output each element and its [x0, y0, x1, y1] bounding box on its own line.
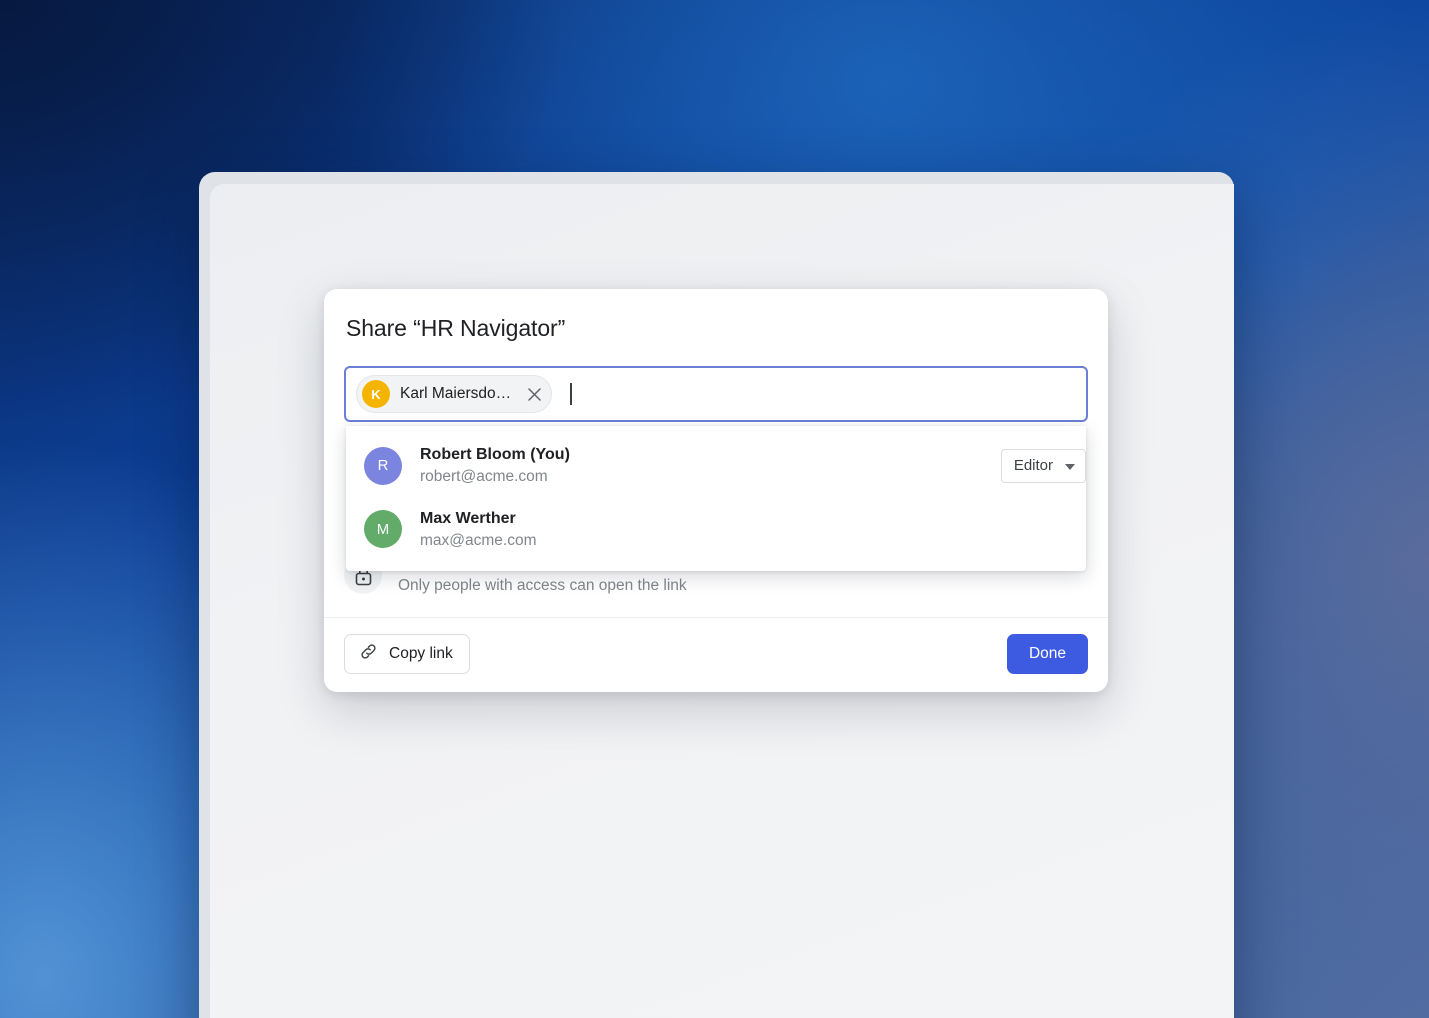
- suggestion-text-block: Max Werther max@acme.com: [420, 507, 537, 553]
- search-input[interactable]: K Karl Maiersdo… R Robert Bloom (You) ro…: [344, 366, 1088, 572]
- suggestion-text-block: Robert Bloom (You) robert@acme.com: [420, 443, 570, 489]
- link-icon: [359, 642, 378, 666]
- role-dropdown-marco[interactable]: Editor: [1000, 448, 1086, 483]
- person-name: Robert Bloom (You): [420, 446, 570, 463]
- suggestions-dropdown: R Robert Bloom (You) robert@acme.com M M…: [346, 426, 1086, 572]
- person-chip-karl[interactable]: K Karl Maiersdo…: [356, 375, 553, 413]
- dialog-footer: Copy link Done: [324, 616, 1108, 692]
- person-chip-label: Karl Maiersdo…: [400, 385, 512, 402]
- copy-link-button[interactable]: Copy link: [344, 633, 470, 674]
- chevron-down-icon: [1065, 457, 1075, 474]
- copy-link-label: Copy link: [389, 644, 453, 662]
- person-name: Max Werther: [420, 509, 516, 527]
- role-value: Editor: [1013, 457, 1053, 475]
- suggestion-item-max[interactable]: M Max Werther max@acme.com: [346, 498, 1086, 562]
- avatar: K: [362, 380, 390, 408]
- person-email: max@acme.com: [420, 531, 537, 549]
- suggestion-item-robert[interactable]: R Robert Bloom (You) robert@acme.com: [346, 434, 1086, 498]
- general-access-description: Only people with access can open the lin…: [398, 576, 687, 594]
- dialog-body: Share “HR Navigator” K Karl Maiersdo… R: [324, 289, 1108, 617]
- avatar: R: [364, 446, 402, 485]
- page-title: Share “HR Navigator”: [346, 315, 566, 341]
- done-button[interactable]: Done: [1006, 633, 1088, 674]
- text-cursor: [570, 383, 572, 405]
- avatar: M: [364, 510, 402, 549]
- share-dialog: Share “HR Navigator” K Karl Maiersdo… R: [324, 289, 1108, 692]
- share-people-input-container: K Karl Maiersdo… R Robert Bloom (You) ro…: [344, 366, 1088, 572]
- close-icon[interactable]: [523, 383, 545, 405]
- person-email: robert@acme.com: [420, 468, 548, 486]
